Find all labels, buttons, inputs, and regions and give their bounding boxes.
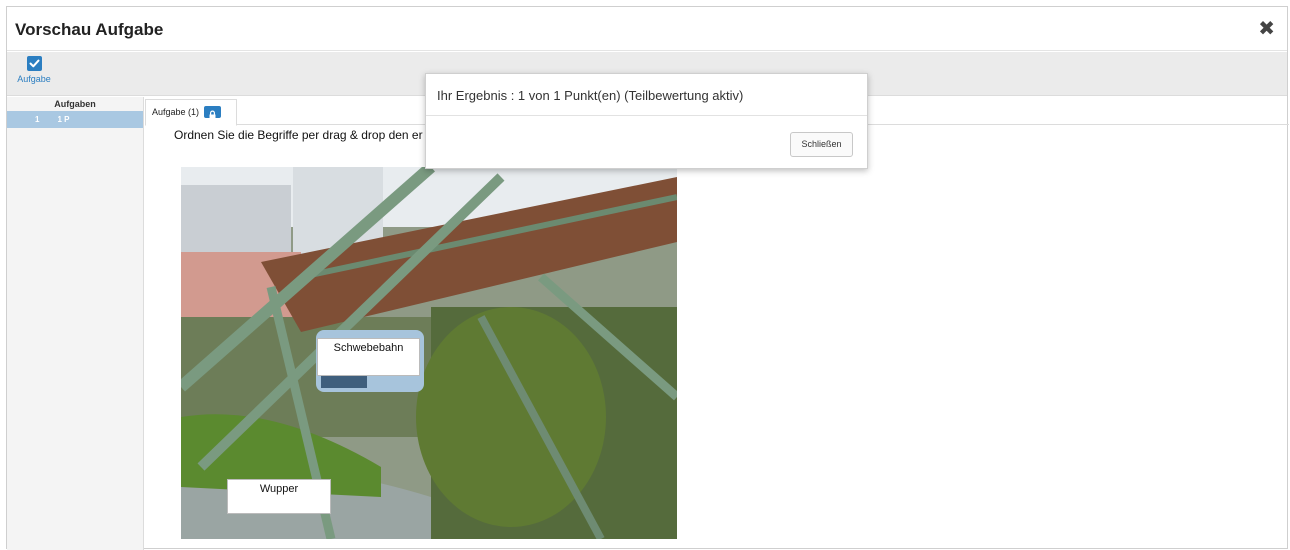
task-sidebar: Aufgaben 1 1 P (7, 97, 144, 550)
result-modal: Ihr Ergebnis : 1 von 1 Punkt(en) (Teilbe… (425, 73, 868, 169)
title-bar: Vorschau Aufgabe ✖ (7, 7, 1287, 51)
drop-target-schwebebahn[interactable]: Schwebebahn (317, 338, 420, 376)
checkbox-checked-icon (26, 56, 42, 71)
check-task-label: Aufgabe (17, 74, 51, 84)
close-modal-button[interactable]: Schließen (790, 132, 853, 157)
sidebar-heading: Aufgaben (54, 99, 96, 109)
close-icon[interactable]: ✖ (1258, 19, 1275, 39)
task-points: 1 P (57, 115, 70, 124)
sidebar-item-task-1[interactable]: 1 1 P (7, 111, 143, 128)
lock-icon (204, 105, 222, 119)
window-title: Vorschau Aufgabe (15, 20, 164, 39)
tab-label: Aufgabe (1) (152, 107, 200, 117)
tab-task-1[interactable]: Aufgabe (1) (145, 99, 237, 126)
drop-target-wupper[interactable]: Wupper (227, 479, 331, 514)
task-number: 1 (35, 115, 40, 124)
task-image: Schwebebahn Wupper (181, 167, 677, 539)
modal-divider (426, 115, 867, 116)
question-text: Ordnen Sie die Begriffe per drag & drop … (174, 128, 423, 142)
result-message: Ihr Ergebnis : 1 von 1 Punkt(en) (Teilbe… (437, 88, 744, 103)
check-task-button[interactable]: Aufgabe (15, 56, 53, 92)
